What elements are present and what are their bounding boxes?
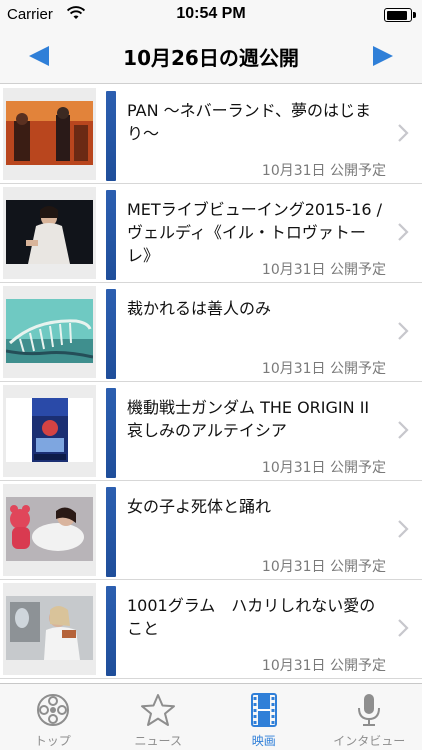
chevron-right-icon (398, 124, 409, 142)
release-date: 10月31日 公開予定 (261, 559, 386, 575)
movie-title: METライブビューイング2015-16 / ヴェルディ《イル・トロヴァトーレ》 (127, 200, 383, 265)
release-date: 10月31日 公開予定 (261, 163, 386, 179)
woman-scale-thumbnail (6, 596, 93, 660)
movie-title: 1001グラム ハカリしれない愛のこと (127, 596, 376, 638)
tab-label: 映画 (251, 734, 276, 748)
page-title: 10月26日の週公開 (123, 46, 299, 70)
tab-label: インタビュー (333, 734, 406, 748)
tab-interview[interactable]: インタビュー (317, 684, 422, 750)
thumbnail-frame (3, 187, 96, 279)
movie-title: 女の子よ死体と踊れ (127, 497, 272, 516)
release-date: 10月31日 公開予定 (261, 658, 386, 674)
thumbnail-frame (3, 484, 96, 576)
thumbnail-frame (3, 88, 96, 180)
star-icon (141, 694, 176, 726)
chevron-right-icon (398, 520, 409, 538)
list-item[interactable]: PAN ～ネバーランド、夢のはじまり～ 10月31日 公開予定 (0, 85, 422, 184)
pan-poster-thumbnail (6, 101, 93, 165)
accent-bar (106, 388, 116, 478)
microphone-icon (358, 694, 381, 726)
list-item[interactable]: 裁かれるは善人のみ 10月31日 公開予定 (0, 283, 422, 382)
release-date: 10月31日 公開予定 (261, 262, 386, 278)
tab-bar: トップ ニュース 映画 インタビュー (0, 683, 422, 750)
accent-bar (106, 190, 116, 280)
movie-list[interactable]: PAN ～ネバーランド、夢のはじまり～ 10月31日 公開予定 METライブビュ… (0, 85, 422, 683)
girl-teddy-bear-thumbnail (6, 497, 93, 561)
movie-title: PAN ～ネバーランド、夢のはじまり～ (127, 101, 371, 143)
prev-week-button[interactable] (26, 44, 52, 68)
clock: 10:54 PM (176, 5, 246, 22)
tab-top[interactable]: トップ (0, 684, 106, 750)
accent-bar (106, 487, 116, 577)
battery-icon (384, 8, 416, 22)
tab-news[interactable]: ニュース (106, 684, 212, 750)
whale-skeleton-thumbnail (6, 299, 93, 363)
film-strip-icon (250, 693, 277, 727)
chevron-right-icon (398, 223, 409, 241)
chevron-right-icon (398, 421, 409, 439)
accent-bar (106, 289, 116, 379)
accent-bar (106, 91, 116, 181)
list-item[interactable]: 女の子よ死体と踊れ 10月31日 公開予定 (0, 481, 422, 580)
next-week-button[interactable] (370, 44, 396, 68)
list-item[interactable]: 1001グラム ハカリしれない愛のこと 10月31日 公開予定 (0, 580, 422, 679)
movie-title: 機動戦士ガンダム THE ORIGIN II 哀しみのアルテイシア (127, 398, 370, 440)
battery-level (386, 10, 407, 20)
list-item[interactable]: 機動戦士ガンダム THE ORIGIN II 哀しみのアルテイシア 10月31日… (0, 382, 422, 481)
thumbnail-frame (3, 385, 96, 477)
list-item[interactable]: METライブビューイング2015-16 / ヴェルディ《イル・トロヴァトーレ》 … (0, 184, 422, 283)
release-date: 10月31日 公開予定 (261, 361, 386, 377)
movie-title: 裁かれるは善人のみ (127, 299, 272, 318)
status-bar: Carrier 10:54 PM (0, 0, 422, 30)
thumbnail-frame (3, 286, 96, 378)
gundam-poster-thumbnail (6, 398, 93, 462)
accent-bar (106, 586, 116, 676)
met-opera-thumbnail (6, 200, 93, 264)
release-date: 10月31日 公開予定 (261, 460, 386, 476)
tab-label: トップ (34, 734, 71, 748)
thumbnail-frame (3, 583, 96, 675)
film-reel-icon (36, 694, 69, 726)
tab-movies[interactable]: 映画 (211, 684, 317, 750)
chevron-right-icon (398, 322, 409, 340)
tab-label: ニュース (134, 734, 182, 748)
nav-bar: 10月26日の週公開 (0, 30, 422, 84)
chevron-right-icon (398, 619, 409, 637)
